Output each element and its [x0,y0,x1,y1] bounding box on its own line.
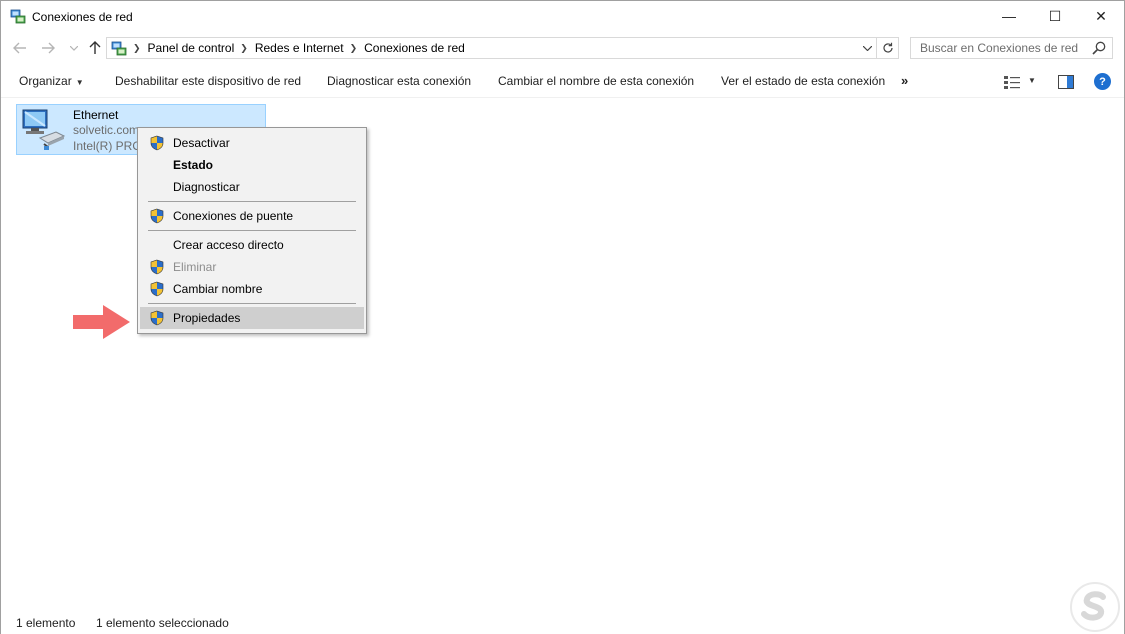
menu-item-label: Propiedades [173,311,241,325]
maximize-button[interactable]: ☐ [1032,1,1078,31]
address-dropdown-button[interactable] [858,38,876,58]
change-view-icon[interactable] [1004,75,1020,89]
title-bar: Conexiones de red — ☐ ✕ [1,1,1124,33]
explorer-window: Conexiones de red — ☐ ✕ ❯ Panel de contr… [0,0,1125,634]
connection-network: solvetic.com [73,123,140,137]
view-options-caret-icon[interactable]: ▼ [1028,76,1036,85]
chevron-down-icon [862,45,872,51]
menu-item-label: Estado [173,158,214,172]
chevron-right-icon[interactable]: ❯ [350,43,358,54]
disable-device-button[interactable]: Deshabilitar este dispositivo de red [115,74,301,88]
menu-separator [148,201,356,202]
menu-item-label: Crear acceso directo [173,238,284,252]
menu-separator [148,303,356,304]
chevron-right-icon[interactable]: ❯ [133,43,141,54]
solvetic-watermark-logo [1070,582,1120,632]
maximize-icon: ☐ [1048,7,1062,24]
view-status-button[interactable]: Ver el estado de esta conexión [721,74,885,88]
command-bar: Organizar ▼ Deshabilitar este dispositivo… [1,65,1124,98]
uac-shield-icon [150,208,164,224]
menu-item-label: Diagnosticar [173,180,240,194]
menu-item-label: Cambiar nombre [173,282,263,296]
preview-pane-icon[interactable] [1058,75,1074,89]
address-bar[interactable]: ❯ Panel de control ❯ Redes e Internet ❯ … [106,37,877,59]
connection-name: Ethernet [73,108,119,122]
menu-item-eliminar[interactable]: Eliminar [140,256,364,278]
arrow-up-icon [89,41,101,54]
organize-button[interactable]: Organizar ▼ [19,74,84,88]
menu-item-diagnosticar[interactable]: Diagnosticar [140,176,364,198]
minimize-icon: — [1002,8,1016,24]
window-title: Conexiones de red [32,10,133,24]
breadcrumb-network-internet[interactable]: Redes e Internet [255,41,344,55]
refresh-button[interactable] [877,37,899,59]
chevron-down-icon [70,45,78,51]
menu-item-conexiones-de-puente[interactable]: Conexiones de puente [140,205,364,227]
recent-locations-button[interactable] [65,39,83,57]
search-placeholder: Buscar en Conexiones de red [920,41,1079,55]
menu-item-crear-acceso-directo[interactable]: Crear acceso directo [140,234,364,256]
selected-count: 1 elemento seleccionado [96,616,229,630]
item-count: 1 elemento [16,616,76,630]
forward-button[interactable] [39,39,57,57]
minimize-button[interactable]: — [986,1,1032,31]
rename-connection-button[interactable]: Cambiar el nombre de esta conexión [498,74,694,88]
uac-shield-icon [150,310,164,326]
caret-down-icon: ▼ [75,78,84,87]
menu-separator [148,230,356,231]
back-button[interactable] [11,39,29,57]
status-bar: 1 elemento 1 elemento seleccionado [1,611,1124,634]
arrow-right-icon [42,42,55,54]
context-menu: Desactivar Estado Diagnosticar Conexione… [137,127,367,334]
menu-item-label: Eliminar [173,260,217,274]
ethernet-adapter-icon [22,109,66,150]
close-button[interactable]: ✕ [1078,1,1124,31]
menu-item-estado[interactable]: Estado [140,154,364,176]
help-icon[interactable]: ? [1094,73,1111,90]
arrow-left-icon [13,42,26,54]
uac-shield-icon [150,281,164,297]
more-commands-button[interactable]: » [901,73,908,88]
address-row: ❯ Panel de control ❯ Redes e Internet ❯ … [1,35,1124,61]
chevron-right-icon[interactable]: ❯ [240,43,248,54]
breadcrumb-network-connections[interactable]: Conexiones de red [364,41,465,55]
refresh-icon [882,42,893,53]
network-connections-icon [111,41,127,56]
menu-item-desactivar[interactable]: Desactivar [140,132,364,154]
menu-item-label: Conexiones de puente [173,209,294,223]
uac-shield-icon [150,259,164,275]
menu-item-propiedades[interactable]: Propiedades [140,307,364,329]
uac-shield-icon [150,135,164,151]
annotation-arrow-icon [73,305,130,339]
connection-adapter: Intel(R) PRO [73,139,142,153]
search-input[interactable]: Buscar en Conexiones de red [910,37,1113,59]
network-connections-icon [10,9,26,24]
up-button[interactable] [86,39,104,57]
organize-label: Organizar [19,74,72,88]
breadcrumb-control-panel[interactable]: Panel de control [148,41,235,55]
menu-item-cambiar-nombre[interactable]: Cambiar nombre [140,278,364,300]
search-icon [1092,41,1106,55]
diagnose-connection-button[interactable]: Diagnosticar esta conexión [327,74,471,88]
menu-item-label: Desactivar [173,136,230,150]
close-icon: ✕ [1095,7,1107,24]
